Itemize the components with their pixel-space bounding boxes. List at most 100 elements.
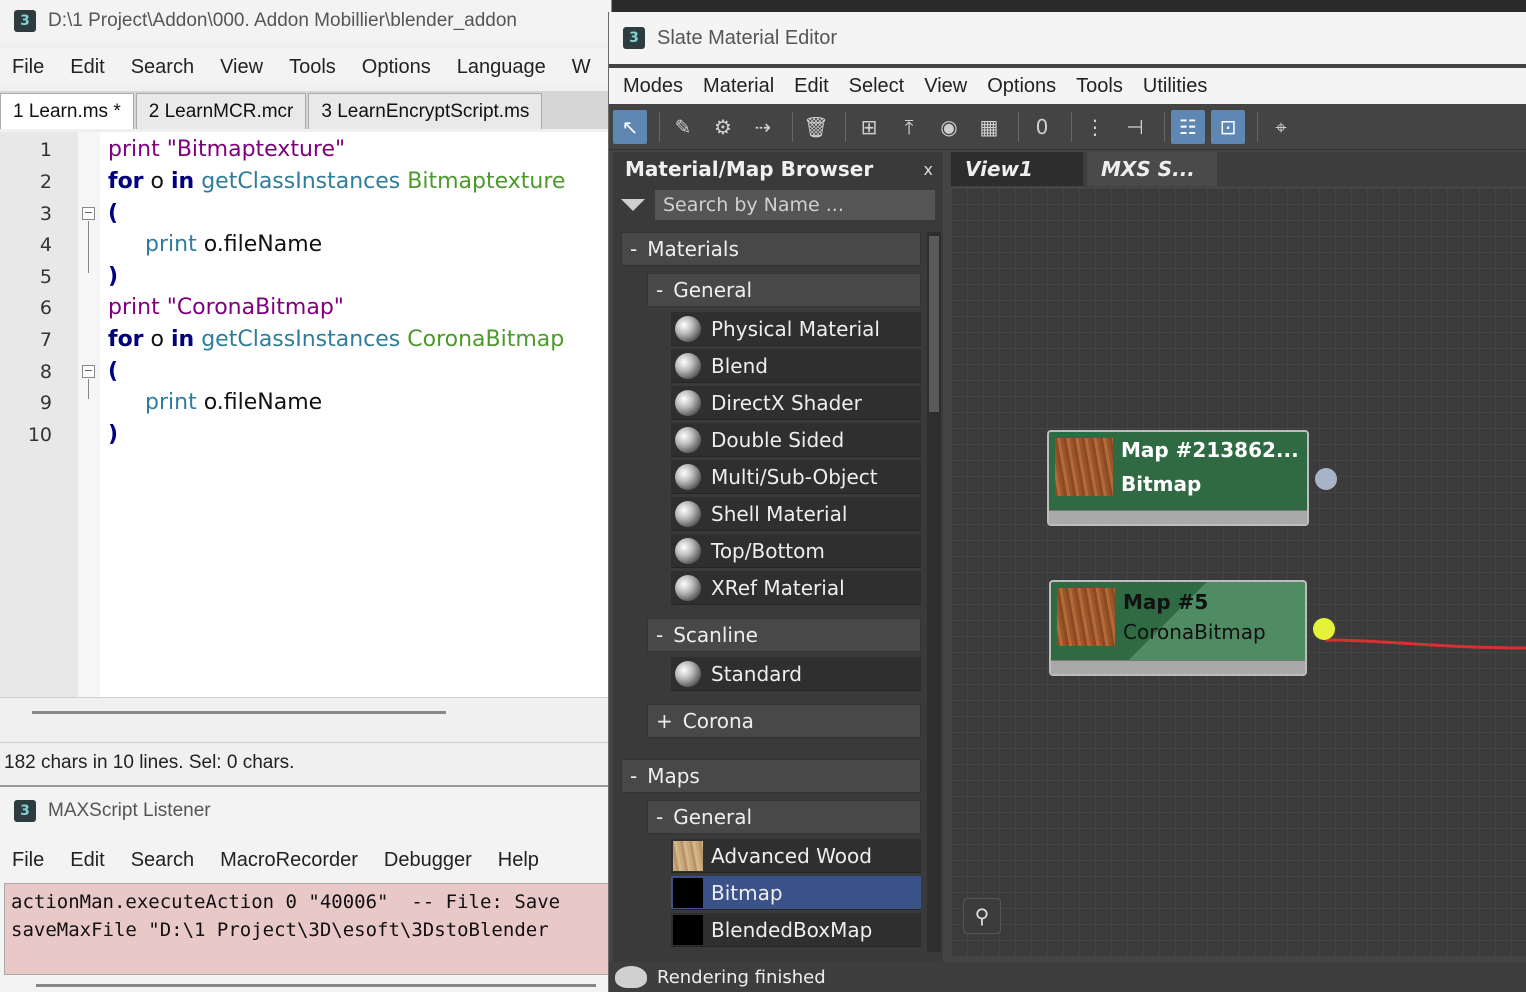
toolbar-divider [659,111,660,142]
menu-window[interactable]: W [572,56,591,79]
editor-status-bar: 182 chars in 10 lines. Sel: 0 chars. [0,742,608,782]
group-corona[interactable]: + Corona [647,704,921,738]
listener-output[interactable]: actionMan.executeAction 0 "40006" -- Fil… [4,883,610,975]
group-materials-general[interactable]: - General [647,273,921,307]
menu-options[interactable]: Options [987,75,1056,98]
scrollbar-thumb[interactable] [929,236,939,412]
browser-item-shell-material[interactable]: Shell Material [671,497,921,531]
tab-learn-ms[interactable]: 1 Learn.ms * [0,93,134,129]
menu-select[interactable]: Select [849,75,905,98]
menu-utilities[interactable]: Utilities [1143,75,1207,98]
show-shaded-icon[interactable]: ◉ [932,110,966,144]
select-by-material-icon[interactable]: ⌖ [1264,110,1298,144]
slate-title-bar[interactable]: 3 Slate Material Editor [609,12,1526,64]
tab-learnencryptscript-ms[interactable]: 3 LearnEncryptScript.ms [308,93,543,129]
browser-item-standard[interactable]: Standard [671,657,921,691]
navigator-icon[interactable]: ☷ [1171,109,1205,144]
map-node-coronabitmap[interactable]: Map #5 CoronaBitmap [1049,580,1335,676]
material-sphere-icon [675,537,701,564]
menu-view[interactable]: View [220,56,263,79]
token-class: CoronaBitmap [407,327,565,352]
eyedropper-icon[interactable]: ✎ [666,110,700,144]
editor-window-title: D:\1 Project\Addon\000. Addon Mobillier\… [48,10,517,31]
menu-edit[interactable]: Edit [794,75,828,98]
line-number: 3 [39,203,52,225]
menu-tools[interactable]: Tools [289,56,336,79]
menu-search[interactable]: Search [131,849,194,872]
menu-language[interactable]: Language [457,56,546,79]
delete-icon[interactable]: 🗑 [799,110,833,144]
code-line: 9 print o.fileName [0,387,608,419]
listener-horizontal-scrollbar[interactable] [0,977,612,992]
node-view-canvas[interactable]: Map #213862... Bitmap Map #5 CoronaBitma… [951,188,1526,956]
browser-item-physical-material[interactable]: Physical Material [671,312,921,346]
token-function: getClassInstances [201,169,401,194]
token-class: Bitmaptexture [407,169,566,194]
menu-material[interactable]: Material [703,75,774,98]
node-wire[interactable] [1324,638,1526,650]
options-dropdown-icon[interactable] [621,199,645,211]
search-by-name-input[interactable] [655,190,935,220]
browser-item-bitmap[interactable]: Bitmap [671,876,921,910]
group-maps-general[interactable]: - General [647,800,921,834]
toolbar-divider [1164,111,1165,142]
parameter-editor-icon[interactable]: ⊡ [1211,109,1245,144]
browser-item-xref-material[interactable]: XRef Material [671,571,921,605]
tab-view1[interactable]: View1 [951,152,1083,186]
browser-list: - Materials - General Physical Material … [613,232,925,964]
listener-title-bar[interactable]: 3 MAXScript Listener [0,787,612,835]
browser-item-advanced-wood[interactable]: Advanced Wood [671,839,921,873]
code-editor[interactable]: − − 1 print "Bitmaptexture" 2 for o in g… [0,132,608,697]
wire-layer [1324,638,1526,650]
node-output-port[interactable] [1315,468,1337,490]
select-tool-icon[interactable]: ↖ [613,109,647,144]
editor-title-bar[interactable]: 3 D:\1 Project\Addon\000. Addon Mobillie… [0,0,611,42]
menu-help[interactable]: Help [498,849,539,872]
menu-options[interactable]: Options [362,56,431,79]
menu-file[interactable]: File [12,56,44,79]
background-icon[interactable]: ▦ [972,110,1006,144]
material-sphere-icon [675,389,701,416]
browser-item-top-bottom[interactable]: Top/Bottom [671,534,921,568]
group-maps[interactable]: - Maps [621,759,921,793]
map-node-bitmap[interactable]: Map #213862... Bitmap [1047,430,1337,526]
menu-modes[interactable]: Modes [623,75,683,98]
menu-tools[interactable]: Tools [1076,75,1123,98]
pick-material-icon[interactable]: ⚙ [706,110,740,144]
slate-menu-bar: Modes Material Edit Select View Options … [609,68,1526,104]
tab-mxs-s[interactable]: MXS S... [1087,152,1217,186]
close-icon[interactable]: x [924,160,933,179]
scrollbar-thumb[interactable] [32,711,446,714]
tab-learnmcr-mcr[interactable]: 2 LearnMCR.mcr [135,93,307,129]
browser-item-blendedboxmap[interactable]: BlendedBoxMap [671,913,921,947]
material-id-icon[interactable]: 0 [1025,110,1059,144]
menu-search[interactable]: Search [131,56,194,79]
menu-file[interactable]: File [12,849,44,872]
token-function: print [145,390,197,415]
toolbar-divider [1257,111,1258,142]
assign-material-icon[interactable]: ⇢ [746,110,780,144]
editor-horizontal-scrollbar[interactable] [0,697,608,737]
group-scanline[interactable]: - Scanline [647,618,921,652]
menu-debugger[interactable]: Debugger [384,849,472,872]
group-materials[interactable]: - Materials [621,232,921,266]
menu-macrorecorder[interactable]: MacroRecorder [220,849,358,872]
hide-unused-icon[interactable]: ⊣ [1118,110,1152,144]
browser-item-blend[interactable]: Blend [671,349,921,383]
layout-icon[interactable]: ⊞ [852,110,886,144]
browser-item-multi-sub-object[interactable]: Multi/Sub-Object [671,460,921,494]
browser-item-directx-shader[interactable]: DirectX Shader [671,386,921,420]
wood-map-icon [673,840,703,871]
binoculars-icon[interactable]: ⚲ [963,898,1001,934]
slate-status-bar: Rendering finished [609,962,1526,992]
menu-view[interactable]: View [924,75,967,98]
browser-item-double-sided[interactable]: Double Sided [671,423,921,457]
move-children-icon[interactable]: ⤒ [892,110,926,144]
item-label: Top/Bottom [711,538,825,563]
browser-vertical-scrollbar[interactable] [927,232,941,952]
node-output-port[interactable] [1313,618,1335,640]
scrollbar-thumb[interactable] [36,984,596,987]
layout-all-icon[interactable]: ⋮ [1078,110,1112,144]
menu-edit[interactable]: Edit [70,56,104,79]
menu-edit[interactable]: Edit [70,849,104,872]
